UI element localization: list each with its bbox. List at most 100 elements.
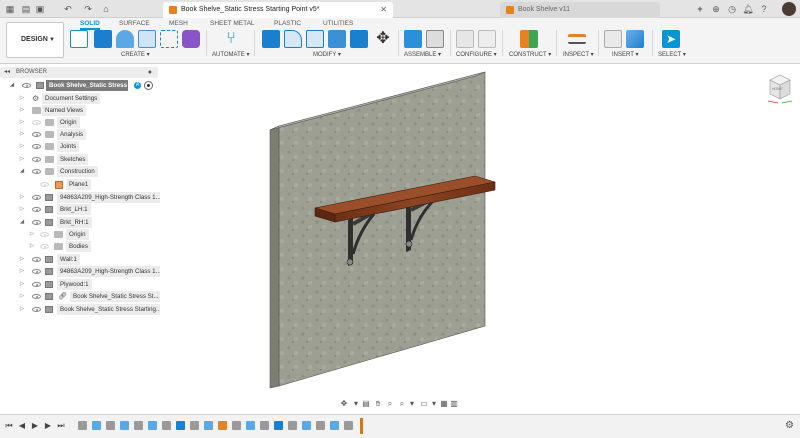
zoom-icon[interactable]: ⌕ xyxy=(385,399,395,409)
grid-icon[interactable]: ▦ xyxy=(439,399,449,409)
revolve-icon[interactable] xyxy=(116,30,134,48)
timeline-component[interactable] xyxy=(162,421,171,430)
tab-utilities[interactable]: UTILITIES xyxy=(323,19,353,28)
timeline-component[interactable] xyxy=(106,421,115,430)
fillet-icon[interactable] xyxy=(284,30,302,48)
expand-arrow-icon[interactable]: ▷ xyxy=(18,93,26,104)
expand-arrow-icon[interactable]: ▷ xyxy=(18,129,26,140)
expand-arrow-icon[interactable]: ▷ xyxy=(18,105,26,116)
timeline-component[interactable] xyxy=(78,421,87,430)
pattern-icon[interactable] xyxy=(160,30,178,48)
orbit-icon[interactable]: ✥ xyxy=(339,399,349,409)
gear-icon[interactable]: ⚙ xyxy=(785,420,794,431)
workspace-switcher[interactable]: DESIGN ▼ xyxy=(6,22,64,58)
undo-icon[interactable]: ↶ xyxy=(62,3,74,15)
orbit-menu-icon[interactable]: ▾ xyxy=(351,399,361,409)
look-at-icon[interactable]: ▤ xyxy=(361,399,371,409)
display-settings-icon[interactable]: ▭ xyxy=(419,399,429,409)
group-assemble[interactable]: ASSEMBLE ▾ xyxy=(404,51,441,58)
tab-surface[interactable]: SURFACE xyxy=(119,19,150,28)
visibility-eye-icon[interactable] xyxy=(32,282,41,287)
help-icon[interactable]: ? xyxy=(758,3,770,15)
create-sketch-icon[interactable] xyxy=(70,30,88,48)
display-menu-icon[interactable]: ▾ xyxy=(429,399,439,409)
file-icon[interactable]: ▤ xyxy=(20,3,32,15)
viewports-icon[interactable]: ▥ xyxy=(449,399,459,409)
shell-icon[interactable] xyxy=(328,30,346,48)
press-pull-icon[interactable] xyxy=(262,30,280,48)
tree-root[interactable]: ◢ Book Shelve_Static Stress Starting Poi… xyxy=(0,80,160,91)
hole-icon[interactable] xyxy=(138,30,156,48)
expand-arrow-icon[interactable]: ▷ xyxy=(18,192,26,203)
timeline-feature[interactable] xyxy=(274,421,283,430)
visibility-eye-icon[interactable] xyxy=(32,220,41,225)
visibility-eye-icon[interactable] xyxy=(40,244,49,249)
group-insert[interactable]: INSERT ▾ xyxy=(612,51,638,58)
tab-mesh[interactable]: MESH xyxy=(169,19,188,28)
visibility-eye-icon[interactable] xyxy=(32,269,41,274)
step-back-icon[interactable]: ◀ xyxy=(18,421,26,431)
configure-rule-icon[interactable] xyxy=(478,30,496,48)
expand-arrow-icon[interactable]: ▷ xyxy=(18,154,26,165)
collapse-arrow-icon[interactable]: ◢ xyxy=(18,217,26,228)
visibility-eye-icon[interactable] xyxy=(32,169,41,174)
job-status-icon[interactable]: ◷ xyxy=(726,3,738,15)
visibility-eye-icon[interactable] xyxy=(32,120,41,125)
select-cursor-icon[interactable]: ➤ xyxy=(662,30,680,48)
avatar[interactable] xyxy=(782,2,796,16)
home-icon[interactable]: ⌂ xyxy=(100,3,112,15)
timeline-feature[interactable] xyxy=(302,421,311,430)
timeline-joint[interactable] xyxy=(344,421,353,430)
expand-arrow-icon[interactable]: ▷ xyxy=(18,304,26,315)
collapse-icon[interactable]: ◂◂ xyxy=(4,67,10,78)
tab-plastic[interactable]: PLASTIC xyxy=(274,19,301,28)
add-tab-icon[interactable]: + xyxy=(694,3,706,15)
visibility-eye-icon[interactable] xyxy=(32,294,41,299)
visibility-eye-icon[interactable] xyxy=(32,307,41,312)
expand-arrow-icon[interactable]: ▷ xyxy=(28,241,36,252)
activate-radio[interactable] xyxy=(144,81,153,90)
browser-header[interactable]: ◂◂ BROWSER ● xyxy=(0,67,158,78)
zoom-menu-icon[interactable]: ▾ xyxy=(407,399,417,409)
visibility-eye-icon[interactable] xyxy=(40,182,49,187)
extrude-icon[interactable] xyxy=(94,30,112,48)
timeline-feature[interactable] xyxy=(330,421,339,430)
group-modify[interactable]: MODIFY ▾ xyxy=(313,51,341,58)
form-icon[interactable] xyxy=(182,30,200,48)
save-icon[interactable]: ▣ xyxy=(34,3,46,15)
insert-image-icon[interactable] xyxy=(626,30,644,48)
timeline-feature[interactable] xyxy=(204,421,213,430)
move-icon[interactable]: ✥ xyxy=(374,30,392,48)
timeline-component[interactable] xyxy=(288,421,297,430)
redo-icon[interactable]: ↷ xyxy=(82,3,94,15)
timeline-feature[interactable] xyxy=(92,421,101,430)
timeline-component[interactable] xyxy=(134,421,143,430)
app-grid-icon[interactable]: ▦ xyxy=(4,3,16,15)
automate-icon[interactable]: ⑂ xyxy=(222,30,240,48)
group-create[interactable]: CREATE ▾ xyxy=(121,51,150,58)
notifications-icon[interactable]: 🔔︎ xyxy=(742,3,754,15)
visibility-eye-icon[interactable] xyxy=(22,83,31,88)
tab-sheet-metal[interactable]: SHEET METAL xyxy=(210,19,255,28)
document-tab-active[interactable]: Book Shelve_Static Stress Starting Point… xyxy=(163,2,393,18)
expand-arrow-icon[interactable]: ▷ xyxy=(18,291,26,302)
visibility-eye-icon[interactable] xyxy=(32,132,41,137)
expand-arrow-icon[interactable]: ▷ xyxy=(18,204,26,215)
tab-solid[interactable]: SOLID xyxy=(80,19,100,30)
document-tab-inactive[interactable]: Book Shelve v11 xyxy=(500,2,660,18)
timeline-plane[interactable] xyxy=(218,421,227,430)
visibility-eye-icon[interactable] xyxy=(32,157,41,162)
timeline-marker[interactable] xyxy=(360,418,363,434)
go-to-end-icon[interactable]: ⏭ xyxy=(57,421,65,431)
expand-arrow-icon[interactable]: ◢ xyxy=(8,80,16,91)
3d-viewport[interactable] xyxy=(160,64,800,414)
joint-icon[interactable] xyxy=(426,30,444,48)
insert-derive-icon[interactable] xyxy=(604,30,622,48)
configure-table-icon[interactable] xyxy=(456,30,474,48)
expand-arrow-icon[interactable]: ▷ xyxy=(18,254,26,265)
new-component-icon[interactable] xyxy=(404,30,422,48)
expand-arrow-icon[interactable]: ▷ xyxy=(18,117,26,128)
play-icon[interactable]: ▶ xyxy=(31,421,39,431)
extensions-icon[interactable]: ⊕ xyxy=(710,3,722,15)
visibility-eye-icon[interactable] xyxy=(40,232,49,237)
